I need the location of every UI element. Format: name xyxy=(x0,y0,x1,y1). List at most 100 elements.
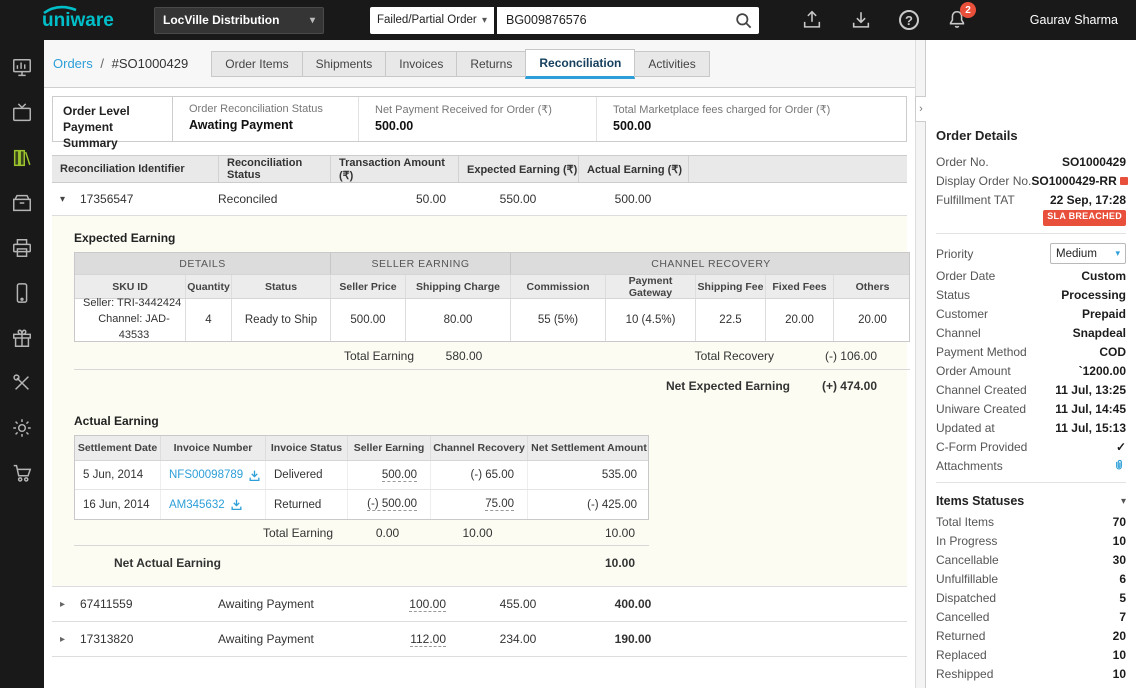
col-payment-gateway: Payment Gateway xyxy=(605,275,695,299)
actual-earning-amount: 500.00 xyxy=(614,192,652,206)
field-value: Custom xyxy=(1081,268,1126,283)
field-value: COD xyxy=(1099,344,1126,359)
net-settlement-value: (-) 425.00 xyxy=(527,490,650,519)
detail-row-display-order-no: Display Order No. SO1000429-RR xyxy=(936,171,1128,190)
sidebar-item-catalog-icon-active[interactable] xyxy=(4,141,40,175)
net-payment-summary: Net Payment Received for Order (₹) 500.0… xyxy=(359,97,597,141)
detail-row-attachments: Attachments xyxy=(936,456,1126,475)
col-quantity: Quantity xyxy=(185,275,231,298)
col-spacer xyxy=(688,156,907,182)
breadcrumb: Orders / #SO1000429 xyxy=(53,56,188,71)
seller-earning-editable[interactable]: (-) 500.00 xyxy=(367,498,417,511)
expand-row-icon[interactable]: ▸ xyxy=(60,634,72,645)
seller-sku: Seller: TRI-3442424 xyxy=(83,297,182,310)
invoice-link[interactable]: AM345632 xyxy=(169,498,243,511)
sidebar-item-settings-gear-icon[interactable] xyxy=(4,411,40,445)
col-seller-price: Seller Price xyxy=(330,275,405,298)
expected-earning-amount: 234.00 xyxy=(499,632,537,646)
help-icon[interactable]: ? xyxy=(899,10,919,30)
reconciliation-table-header: Reconciliation Identifier Reconciliation… xyxy=(52,155,907,183)
status-label: Unfulfillable xyxy=(936,571,999,586)
search-input[interactable] xyxy=(506,13,734,27)
field-value: `1200.00 xyxy=(1078,363,1126,378)
user-menu[interactable]: Gaurav Sharma xyxy=(1030,13,1118,27)
actual-total-net: 10.00 xyxy=(604,526,635,540)
expected-earning-title: Expected Earning xyxy=(74,231,176,245)
search-type-dropdown[interactable]: Failed/Partial Order ▾ xyxy=(370,6,494,34)
invoice-download-icon[interactable] xyxy=(248,469,261,482)
invoice-download-icon[interactable] xyxy=(230,498,243,511)
status-label: Replaced xyxy=(936,647,987,662)
collapse-row-icon[interactable]: ▾ xyxy=(60,194,72,205)
actual-earning-amount: 190.00 xyxy=(614,632,652,646)
invoice-link[interactable]: NFS00098789 xyxy=(169,469,261,482)
sidebar-item-tools-icon[interactable] xyxy=(4,366,40,400)
sidebar-item-purchase-cart-icon[interactable] xyxy=(4,456,40,490)
invoice-status: Returned xyxy=(265,490,347,519)
collapse-panel-handle[interactable]: › xyxy=(915,96,926,122)
tab-shipments[interactable]: Shipments xyxy=(301,50,387,77)
tab-returns[interactable]: Returns xyxy=(456,50,527,77)
expected-earning-column-header: SKU ID Quantity Status Seller Price Ship… xyxy=(75,274,909,299)
sidebar-item-promotions-gift-icon[interactable] xyxy=(4,321,40,355)
tab-order-items[interactable]: Order Items xyxy=(211,50,303,77)
field-label: Uniware Created xyxy=(936,401,1027,416)
col-reconciliation-identifier: Reconciliation Identifier xyxy=(60,163,185,175)
payment-gateway-cell: 10 (4.5%) xyxy=(605,299,695,341)
download-icon[interactable] xyxy=(850,9,872,31)
detail-row: Updated at 11 Jul, 15:13 xyxy=(936,418,1126,437)
status-count: 6 xyxy=(1119,571,1126,586)
transaction-amount-editable[interactable]: 100.00 xyxy=(409,597,446,612)
priority-select[interactable]: Medium ▾ xyxy=(1050,243,1126,264)
notifications-bell-icon[interactable]: 2 xyxy=(946,2,976,31)
user-name: Gaurav Sharma xyxy=(1029,13,1118,27)
search-icon[interactable] xyxy=(734,11,753,30)
sidebar-item-mobile-icon[interactable] xyxy=(4,276,40,310)
detail-row: Order Date Custom xyxy=(936,266,1126,285)
uniware-logo: uniware xyxy=(40,4,152,37)
priority-value: Medium xyxy=(1056,247,1097,260)
status-label: Returned xyxy=(936,628,986,643)
sidebar-item-print-icon[interactable] xyxy=(4,231,40,265)
reconciliation-id: 67411559 xyxy=(80,597,133,611)
field-value: SO1000429 xyxy=(1061,154,1126,169)
expand-row-icon[interactable]: ▸ xyxy=(60,599,72,610)
actual-earning-table: Settlement Date Invoice Number Invoice S… xyxy=(74,435,649,520)
actual-total-label: Total Earning xyxy=(262,526,333,540)
paperclip-icon[interactable] xyxy=(1112,459,1126,473)
reconciliation-status: Reconciled xyxy=(218,192,278,206)
seller-earning-editable[interactable]: 500.00 xyxy=(381,469,417,482)
sidebar-item-channels-icon[interactable] xyxy=(4,96,40,130)
breadcrumb-current-order: #SO1000429 xyxy=(111,56,189,71)
status-count: 10 xyxy=(1112,666,1126,681)
detail-row-cform: C-Form Provided ✓ xyxy=(936,437,1126,456)
reconciliation-status-summary: Order Reconciliation Status Awating Paym… xyxy=(173,97,359,141)
field-label: Updated at xyxy=(936,420,995,435)
breadcrumb-orders-link[interactable]: Orders xyxy=(53,56,93,71)
tab-activities[interactable]: Activities xyxy=(634,50,710,77)
tab-reconciliation[interactable]: Reconciliation xyxy=(525,48,636,79)
status-label: Cancellable xyxy=(936,552,999,567)
total-recovery-value: (-) 106.00 xyxy=(824,349,877,363)
sidebar-item-dashboard-icon[interactable] xyxy=(4,51,40,85)
vertical-scrollbar[interactable] xyxy=(915,40,925,688)
net-actual-earning-label: Net Actual Earning xyxy=(114,556,221,570)
tab-invoices[interactable]: Invoices xyxy=(385,50,458,77)
transaction-amount-editable[interactable]: 112.00 xyxy=(410,632,446,647)
field-label: Order No. xyxy=(936,154,989,169)
status-count: 10 xyxy=(1112,647,1126,662)
field-value: Prepaid xyxy=(1081,306,1126,321)
status-count: 7 xyxy=(1119,609,1126,624)
upload-icon[interactable] xyxy=(801,9,823,31)
payment-summary-title-line1: Order Level xyxy=(63,104,130,118)
reconciliation-status-label: Order Reconciliation Status xyxy=(189,103,323,115)
channel-recovery-editable[interactable]: 75.00 xyxy=(485,498,514,511)
collapse-section-icon[interactable]: ▾ xyxy=(1121,496,1126,507)
breadcrumb-separator: / xyxy=(100,56,104,71)
fixed-fees-cell: 20.00 xyxy=(765,299,833,341)
actual-earning-totals: Total Earning 0.00 10.00 10.00 xyxy=(74,520,649,546)
facility-selector[interactable]: LocVille Distribution ▾ xyxy=(154,6,324,34)
status-count: 30 xyxy=(1112,552,1126,567)
sidebar-item-orders-icon[interactable] xyxy=(4,186,40,220)
col-channel-recovery: Channel Recovery xyxy=(430,436,527,460)
